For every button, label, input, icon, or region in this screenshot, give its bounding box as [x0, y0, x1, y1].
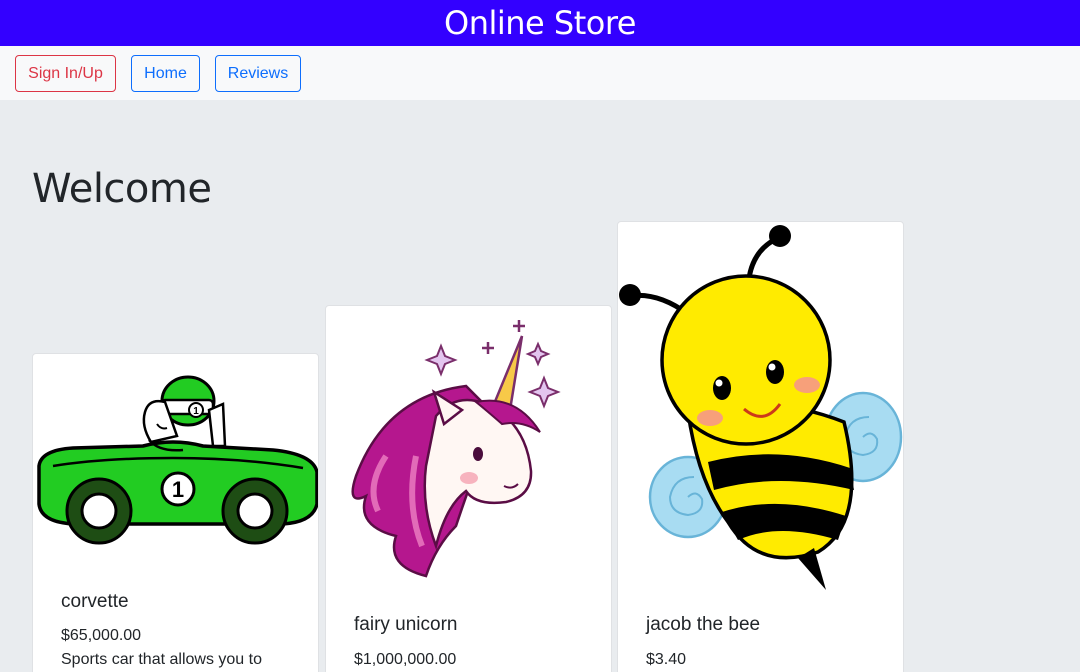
- svg-text:1: 1: [193, 406, 199, 417]
- product-card-corvette[interactable]: 1 1 corvette $65,000.00 Sports car that …: [32, 353, 319, 672]
- reviews-button[interactable]: Reviews: [215, 55, 301, 92]
- product-name: corvette: [61, 591, 129, 612]
- home-button[interactable]: Home: [131, 55, 200, 92]
- race-car-image: 1 1: [37, 375, 318, 545]
- header-bar: Online Store: [0, 0, 1080, 46]
- store-title: Online Store: [444, 4, 636, 42]
- unicorn-image: [351, 320, 561, 578]
- product-description: Sports car that allows you to: [61, 651, 262, 668]
- page-title: Welcome: [32, 166, 212, 212]
- product-name: jacob the bee: [646, 614, 761, 635]
- bee-image: [619, 225, 903, 590]
- svg-text:1: 1: [172, 477, 184, 502]
- nav-bar: Sign In/Up Home Reviews: [0, 46, 1080, 100]
- product-card-fairy-unicorn[interactable]: fairy unicorn $1,000,000.00: [325, 305, 612, 672]
- product-price: $65,000.00: [61, 627, 142, 644]
- product-card-jacob-the-bee[interactable]: jacob the bee $3.40: [617, 221, 904, 672]
- sign-in-button[interactable]: Sign In/Up: [15, 55, 116, 92]
- product-price: $3.40: [646, 651, 687, 668]
- product-name: fairy unicorn: [354, 614, 458, 635]
- product-price: $1,000,000.00: [354, 651, 457, 668]
